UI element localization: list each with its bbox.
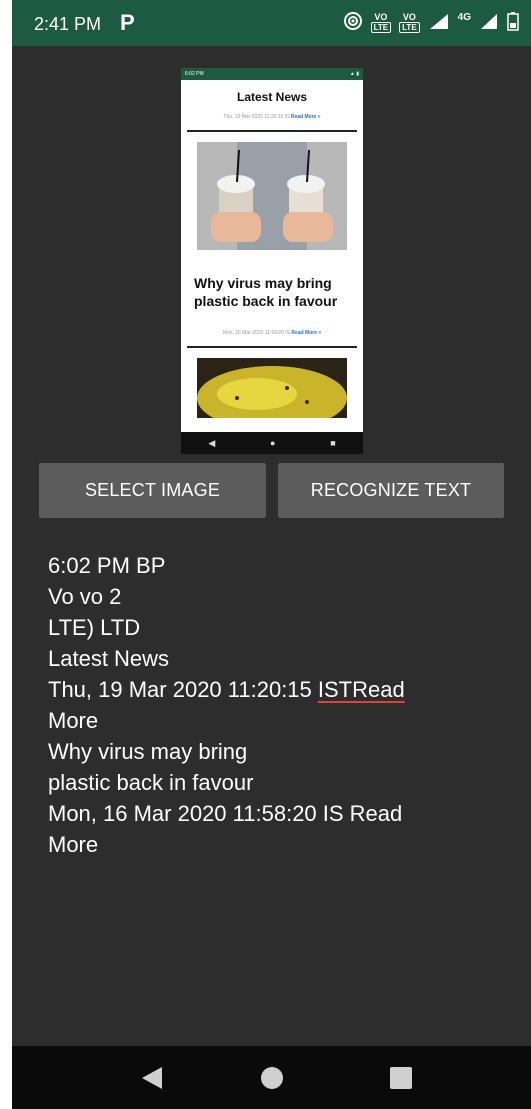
app-screen: 2:41 PM P VO LTE VO LTE 4G 6:02 PM ▲ ▮ L… bbox=[12, 0, 531, 1109]
recents-icon bbox=[390, 1066, 412, 1089]
parking-app-icon: P bbox=[120, 10, 135, 35]
selected-image-preview: 6:02 PM ▲ ▮ Latest News Thu, 19 Mar 2020… bbox=[181, 68, 363, 454]
result-line: 6:02 PM BP bbox=[48, 553, 166, 578]
preview-meta-2: Mon, 16 Mar 2020 11:58:20 IS Read More » bbox=[181, 330, 363, 336]
result-line: Why virus may bring bbox=[48, 739, 248, 764]
preview-status-bar: 6:02 PM ▲ ▮ bbox=[181, 68, 363, 80]
preview-divider bbox=[187, 130, 357, 132]
status-icons: VO LTE VO LTE 4G bbox=[343, 8, 519, 38]
signal-icon bbox=[428, 12, 450, 35]
preview-nav-bar: ◀ ● ■ bbox=[181, 432, 363, 454]
preview-home-icon: ● bbox=[270, 438, 276, 448]
system-nav-bar bbox=[12, 1046, 531, 1109]
volte-icon: VO LTE bbox=[370, 12, 392, 33]
select-image-button[interactable]: SELECT IMAGE bbox=[39, 463, 266, 518]
preview-divider-2 bbox=[187, 346, 357, 348]
preview-status-time: 6:02 PM bbox=[185, 71, 204, 77]
signal-icon-2 bbox=[479, 12, 499, 35]
recognize-text-button[interactable]: RECOGNIZE TEXT bbox=[278, 463, 504, 518]
result-line: Latest News bbox=[48, 646, 170, 671]
recents-button[interactable] bbox=[371, 1046, 431, 1109]
preview-meta-1-date: Thu, 19 Mar 2020 11:20:15 IS bbox=[223, 114, 290, 120]
result-line: plastic back in favour bbox=[48, 770, 254, 795]
home-button[interactable] bbox=[242, 1046, 302, 1109]
preview-news-image-cups bbox=[197, 142, 347, 250]
preview-recents-icon: ■ bbox=[330, 438, 336, 448]
preview-meta-1: Thu, 19 Mar 2020 11:20:15 IS Read More » bbox=[181, 114, 363, 120]
volte-label: VO bbox=[374, 12, 388, 22]
result-line: Thu, 19 Mar 2020 11:20:15 ISTRead bbox=[48, 674, 518, 705]
network-type-label: 4G bbox=[457, 11, 471, 23]
preview-headline: Why virus may bring plastic back in favo… bbox=[194, 275, 338, 309]
preview-read-more-1: Read More » bbox=[290, 114, 321, 120]
preview-title: Latest News bbox=[236, 90, 308, 104]
preview-back-icon: ◀ bbox=[208, 437, 216, 448]
lte-label-2: LTE bbox=[399, 22, 420, 33]
back-icon bbox=[142, 1066, 162, 1089]
status-bar: 2:41 PM P VO LTE VO LTE 4G bbox=[12, 0, 531, 46]
battery-icon bbox=[507, 11, 519, 36]
result-line-date: Thu, 19 Mar 2020 11:20:15 bbox=[48, 677, 318, 702]
preview-read-more-2: Read More » bbox=[291, 330, 322, 336]
result-line: LTE) LTD bbox=[48, 615, 141, 640]
result-line: More bbox=[48, 832, 99, 857]
home-icon bbox=[261, 1066, 283, 1089]
result-line: More bbox=[48, 708, 99, 733]
spellcheck-flagged-word: ISTRead bbox=[317, 677, 405, 702]
result-line: Vo vo 2 bbox=[48, 584, 122, 609]
volte-icon-2: VO LTE bbox=[399, 13, 420, 33]
result-line: Mon, 16 Mar 2020 11:58:20 IS Read bbox=[48, 801, 403, 826]
preview-news-image-amber bbox=[197, 358, 347, 418]
preview-status-icons: ▲ ▮ bbox=[349, 71, 359, 77]
recognized-text-output: 6:02 PM BP Vo vo 2 LTE) LTD Latest News … bbox=[48, 550, 518, 860]
lte-label: LTE bbox=[370, 22, 392, 33]
volte-label-2: VO bbox=[402, 12, 416, 22]
preview-meta-2-date: Mon, 16 Mar 2020 11:58:20 IS bbox=[222, 330, 291, 336]
back-button[interactable] bbox=[122, 1046, 182, 1109]
status-time: 2:41 PM bbox=[34, 14, 102, 34]
hotspot-icon bbox=[343, 11, 363, 36]
